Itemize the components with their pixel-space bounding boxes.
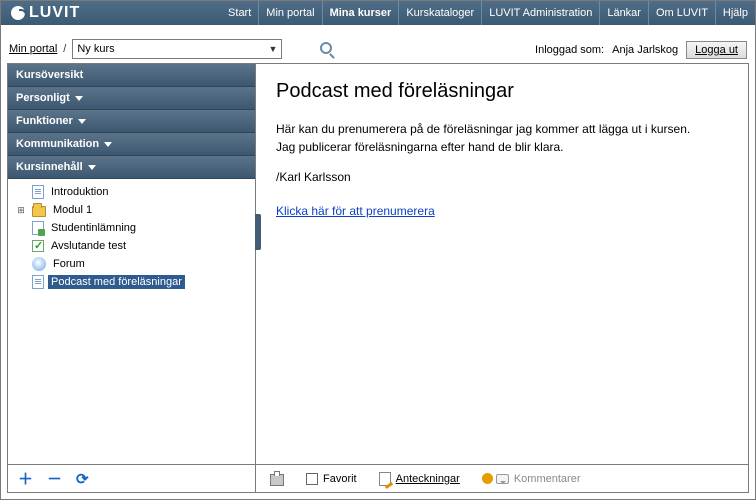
content-paragraph-2: Jag publicerar föreläsningarna efter han… xyxy=(276,139,728,155)
tree-item-label: Studentinlämning xyxy=(48,221,139,235)
toolbar: Min portal / Ny kurs ▼ Inloggad som: Anj… xyxy=(1,25,755,63)
note-icon xyxy=(379,472,391,486)
content-area: Podcast med föreläsningar Här kan du pre… xyxy=(256,64,748,492)
logged-in-label: Inloggad som: xyxy=(535,44,604,56)
page-icon xyxy=(32,185,44,199)
favorite-toggle[interactable]: Favorit xyxy=(306,473,357,485)
topnav-mina-kurser[interactable]: Mina kurser xyxy=(322,1,399,25)
sidebar: Kursöversikt Personligt Funktioner Kommu… xyxy=(8,64,256,492)
sidebar-header-label: Kursöversikt xyxy=(16,69,83,81)
check-icon xyxy=(32,240,44,252)
splitter-handle[interactable] xyxy=(255,214,261,250)
topnav-luvit-administration[interactable]: LUVIT Administration xyxy=(481,1,599,25)
tree-item-podcast[interactable]: Podcast med föreläsningar xyxy=(10,273,253,291)
chevron-down-icon xyxy=(104,142,112,147)
search-button[interactable] xyxy=(320,42,332,57)
toolbar-right: Inloggad som: Anja Jarlskog Logga ut xyxy=(535,41,747,59)
top-bar: LUVIT Start Min portal Mina kurser Kursk… xyxy=(1,1,755,25)
search-icon xyxy=(320,42,332,54)
course-select[interactable]: Ny kurs ▼ xyxy=(72,39,282,59)
print-button[interactable] xyxy=(270,473,284,485)
sidebar-bottom-toolbar: ＋ － ⟳ xyxy=(8,464,255,492)
subscribe-link[interactable]: Klicka här för att prenumerera xyxy=(276,204,435,218)
favorite-label: Favorit xyxy=(323,473,357,485)
course-tree: Introduktion ⊞ Modul 1 Studentinlämning … xyxy=(8,179,255,464)
person-icon xyxy=(482,473,493,484)
tree-item-modul-1[interactable]: ⊞ Modul 1 xyxy=(10,201,253,219)
notes-button[interactable]: Anteckningar xyxy=(379,472,460,486)
chevron-down-icon: ▼ xyxy=(268,44,277,54)
tree-item-label: Podcast med föreläsningar xyxy=(48,275,185,289)
logout-button[interactable]: Logga ut xyxy=(686,41,747,59)
collapse-all-button[interactable]: － xyxy=(47,468,62,489)
logged-in-user: Anja Jarlskog xyxy=(612,44,678,56)
sidebar-header-kursoversikt[interactable]: Kursöversikt xyxy=(8,64,255,87)
content-paragraph-1: Här kan du prenumerera på de föreläsning… xyxy=(276,121,728,137)
page-title: Podcast med föreläsningar xyxy=(276,80,728,103)
sidebar-header-kursinnehall[interactable]: Kursinnehåll xyxy=(8,156,255,179)
toolbar-left: Min portal / Ny kurs ▼ xyxy=(9,39,332,59)
tree-item-introduktion[interactable]: Introduktion xyxy=(10,183,253,201)
topnav-om-luvit[interactable]: Om LUVIT xyxy=(648,1,715,25)
tree-item-label: Modul 1 xyxy=(50,203,95,217)
comments-label: Kommentarer xyxy=(514,473,581,485)
topnav-min-portal[interactable]: Min portal xyxy=(258,1,321,25)
globe-icon xyxy=(32,257,46,271)
tree-item-forum[interactable]: Forum xyxy=(10,255,253,273)
tree-item-studentinlamning[interactable]: Studentinlämning xyxy=(10,219,253,237)
comment-icon xyxy=(496,474,509,484)
breadcrumb-min-portal[interactable]: Min portal xyxy=(9,43,57,55)
tree-item-label: Avslutande test xyxy=(48,239,129,253)
print-icon xyxy=(270,474,284,486)
sidebar-header-label: Kommunikation xyxy=(16,138,99,150)
sidebar-header-label: Funktioner xyxy=(16,115,73,127)
top-nav: Start Min portal Mina kurser Kurskatalog… xyxy=(221,1,755,25)
sidebar-header-personligt[interactable]: Personligt xyxy=(8,87,255,110)
comments-button: Kommentarer xyxy=(482,473,581,485)
tree-item-label: Forum xyxy=(50,257,88,271)
topnav-kurskataloger[interactable]: Kurskataloger xyxy=(398,1,481,25)
favorite-icon xyxy=(306,473,318,485)
chevron-down-icon xyxy=(88,165,96,170)
tree-item-avslutande-test[interactable]: Avslutande test xyxy=(10,237,253,255)
content-body: Podcast med föreläsningar Här kan du pre… xyxy=(256,64,748,464)
main-area: Kursöversikt Personligt Funktioner Kommu… xyxy=(7,63,749,493)
content-signature: /Karl Karlsson xyxy=(276,169,728,185)
chevron-down-icon xyxy=(75,96,83,101)
topnav-hjalp[interactable]: Hjälp xyxy=(715,1,755,25)
refresh-button[interactable]: ⟳ xyxy=(76,470,89,488)
tree-item-label: Introduktion xyxy=(48,185,111,199)
sidebar-header-label: Personligt xyxy=(16,92,70,104)
sidebar-header-kommunikation[interactable]: Kommunikation xyxy=(8,133,255,156)
logo-text: LUVIT xyxy=(29,4,80,22)
content-bottom-toolbar: Favorit Anteckningar Kommentarer xyxy=(256,464,748,492)
app-frame: LUVIT Start Min portal Mina kurser Kursk… xyxy=(0,0,756,500)
logo-icon xyxy=(11,6,25,20)
expand-all-button[interactable]: ＋ xyxy=(18,468,33,489)
page-icon xyxy=(32,275,44,289)
sidebar-header-label: Kursinnehåll xyxy=(16,161,83,173)
topnav-lankar[interactable]: Länkar xyxy=(599,1,648,25)
logo: LUVIT xyxy=(1,4,90,22)
chevron-down-icon xyxy=(78,119,86,124)
tree-expander[interactable]: ⊞ xyxy=(14,205,28,216)
course-select-value: Ny kurs xyxy=(77,43,114,55)
topnav-start[interactable]: Start xyxy=(221,1,258,25)
sidebar-header-funktioner[interactable]: Funktioner xyxy=(8,110,255,133)
folder-icon xyxy=(32,206,46,217)
breadcrumb-separator: / xyxy=(63,43,66,55)
notes-label: Anteckningar xyxy=(396,473,460,485)
upload-icon xyxy=(32,221,44,235)
